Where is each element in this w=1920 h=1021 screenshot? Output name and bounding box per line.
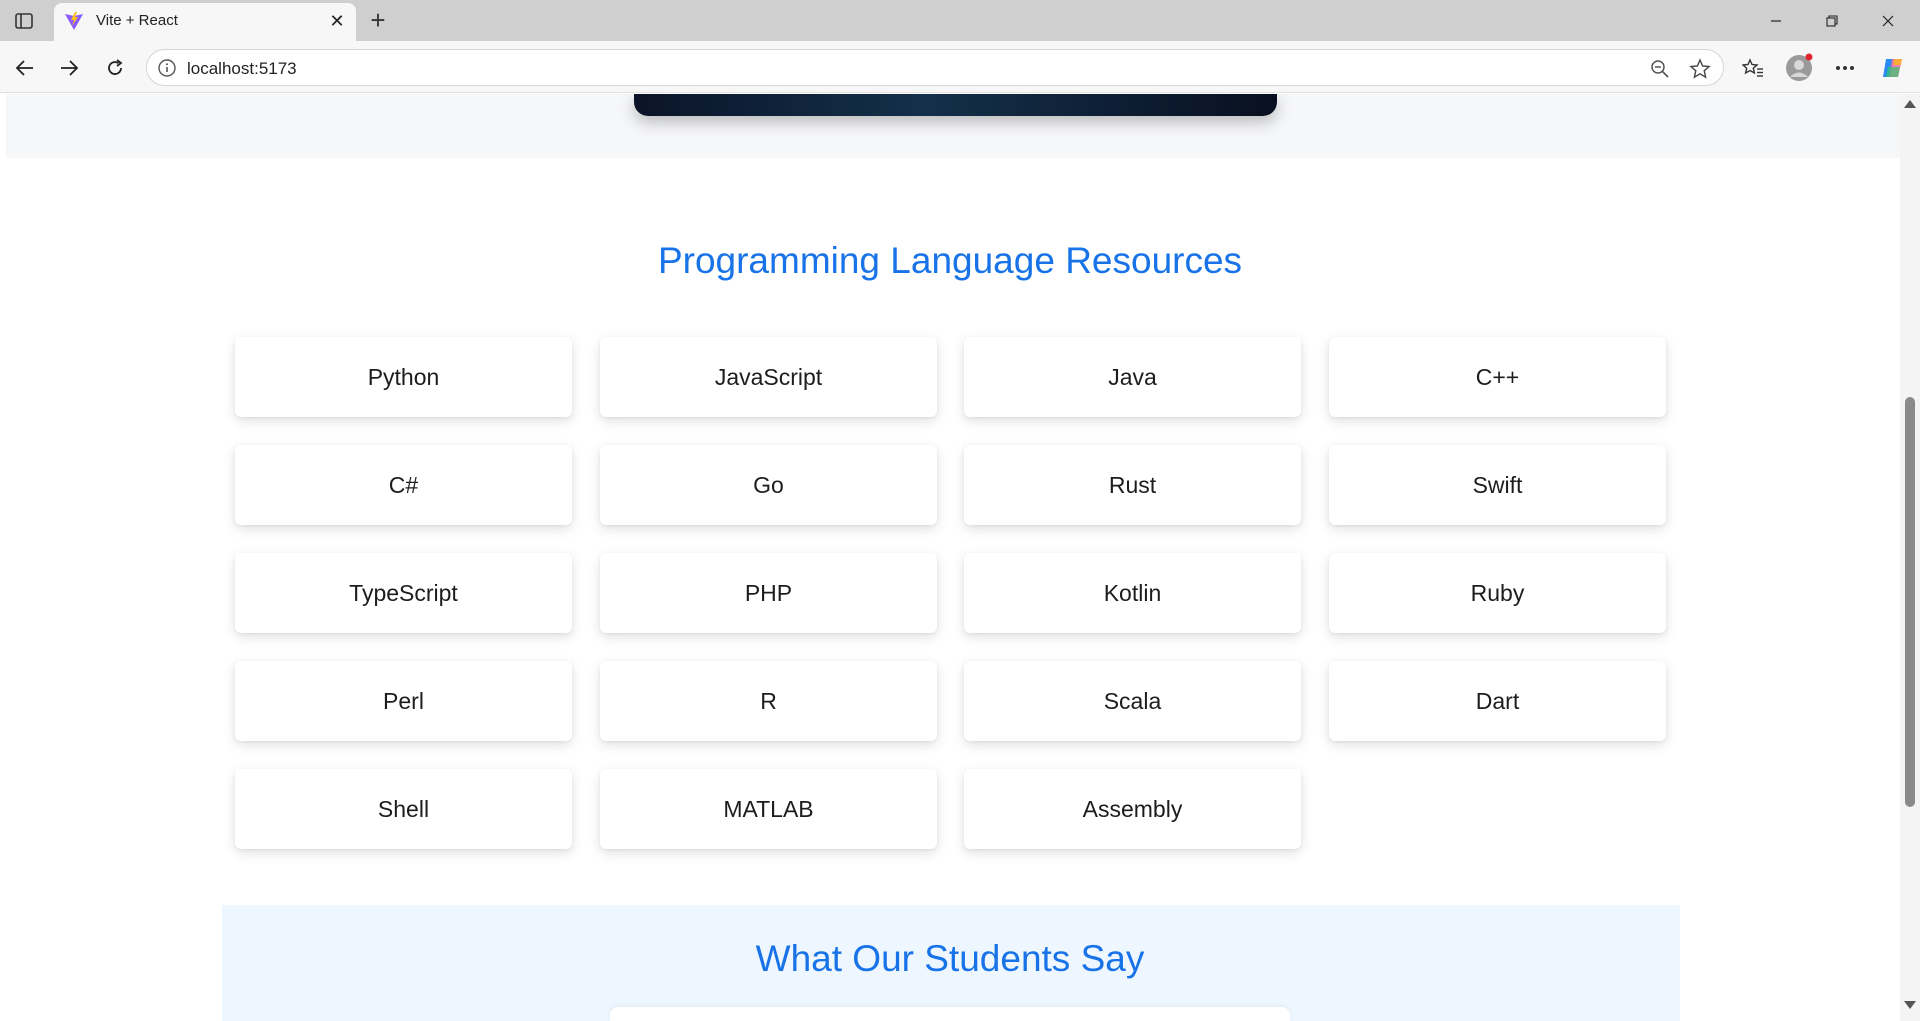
testimonials-title: What Our Students Say <box>755 938 1145 979</box>
browser-tab[interactable]: Vite + React ✕ <box>54 3 356 41</box>
language-card-swift[interactable]: Swift <box>1329 445 1666 525</box>
scroll-up-arrow[interactable] <box>1904 100 1916 108</box>
refresh-icon[interactable] <box>100 53 130 83</box>
profile-icon[interactable] <box>1784 53 1814 83</box>
page-viewport: Programming Language Resources Python Ja… <box>0 94 1900 1021</box>
hero-section <box>6 94 1900 158</box>
minimize-icon[interactable] <box>1748 0 1804 41</box>
hero-image <box>634 94 1277 116</box>
language-card-assembly[interactable]: Assembly <box>964 769 1301 849</box>
tab-title: Vite + React <box>96 12 178 29</box>
vite-logo-icon <box>64 11 84 31</box>
language-card-php[interactable]: PHP <box>600 553 937 633</box>
sidebar-icon[interactable] <box>12 9 36 33</box>
url-text: localhost:5173 <box>187 59 297 78</box>
scroll-down-arrow[interactable] <box>1904 1001 1916 1009</box>
language-card-go[interactable]: Go <box>600 445 937 525</box>
forward-icon[interactable] <box>54 53 84 83</box>
close-icon[interactable]: ✕ <box>326 10 348 32</box>
language-card-python[interactable]: Python <box>235 337 572 417</box>
language-card-r[interactable]: R <box>600 661 937 741</box>
window-close-icon[interactable] <box>1860 0 1916 41</box>
testimonial-card <box>610 1007 1290 1021</box>
scrollbar-thumb[interactable] <box>1905 397 1915 807</box>
info-icon[interactable] <box>157 58 177 78</box>
more-icon[interactable] <box>1830 53 1860 83</box>
language-card-scala[interactable]: Scala <box>964 661 1301 741</box>
tab-bar: Vite + React ✕ + <box>0 0 1920 41</box>
star-icon[interactable] <box>1689 58 1711 80</box>
language-card-perl[interactable]: Perl <box>235 661 572 741</box>
resources-title: Programming Language Resources <box>657 240 1243 281</box>
language-card-dart[interactable]: Dart <box>1329 661 1666 741</box>
back-icon[interactable] <box>10 53 40 83</box>
language-card-cpp[interactable]: C++ <box>1329 337 1666 417</box>
language-card-shell[interactable]: Shell <box>235 769 572 849</box>
address-bar[interactable]: localhost:5173 <box>146 49 1724 86</box>
language-card-typescript[interactable]: TypeScript <box>235 553 572 633</box>
language-card-ruby[interactable]: Ruby <box>1329 553 1666 633</box>
zoom-out-icon[interactable] <box>1649 58 1671 80</box>
language-card-kotlin[interactable]: Kotlin <box>964 553 1301 633</box>
restore-icon[interactable] <box>1804 0 1860 41</box>
page-scrollbar[interactable] <box>1900 94 1920 1021</box>
plus-icon[interactable]: + <box>364 5 392 35</box>
language-card-rust[interactable]: Rust <box>964 445 1301 525</box>
browser-toolbar: localhost:5173 <box>0 41 1920 93</box>
language-card-java[interactable]: Java <box>964 337 1301 417</box>
copilot-icon[interactable] <box>1878 53 1908 83</box>
favorites-icon[interactable] <box>1738 53 1768 83</box>
language-card-matlab[interactable]: MATLAB <box>600 769 937 849</box>
language-card-csharp[interactable]: C# <box>235 445 572 525</box>
language-card-javascript[interactable]: JavaScript <box>600 337 937 417</box>
